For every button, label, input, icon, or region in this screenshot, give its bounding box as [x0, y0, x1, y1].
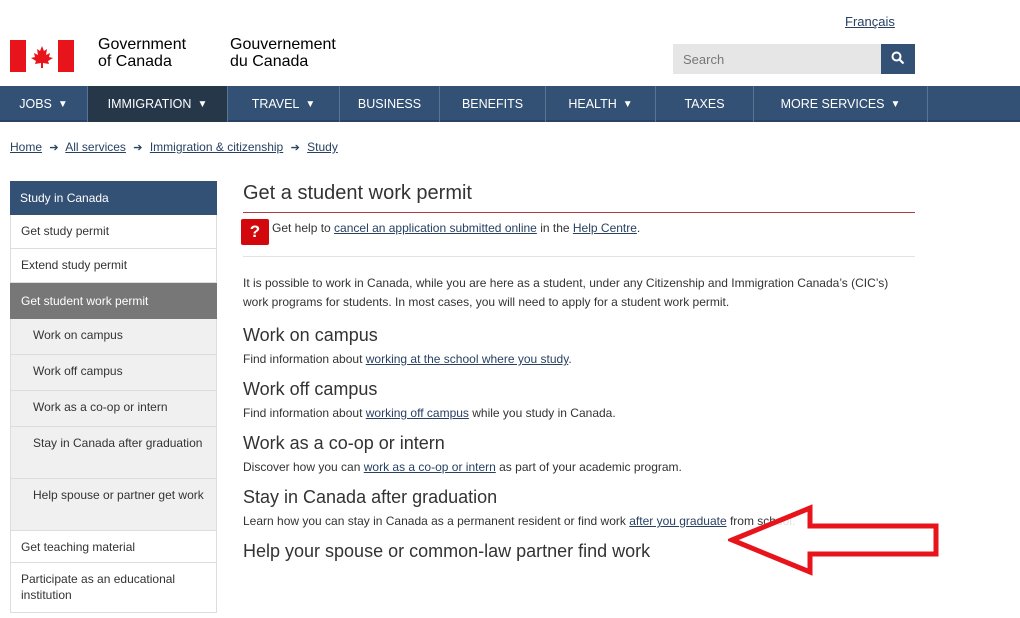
government-of-canada-wordmark-en: Government of Canada — [98, 36, 186, 70]
sidebar-item-get-study-permit[interactable]: Get study permit — [10, 215, 217, 249]
after-you-graduate-link[interactable]: after you graduate — [629, 514, 726, 528]
section-menu: Study in Canada Get study permit Extend … — [10, 181, 217, 613]
working-at-school-link[interactable]: working at the school where you study — [366, 352, 569, 366]
sidebar-subitem-work-on-campus[interactable]: Work on campus — [10, 319, 217, 355]
left-arrow-icon — [728, 504, 939, 576]
main-menu-bar: JOBS ▼ IMMIGRATION ▼ TRAVEL ▼ BUSINESS BENE… — [0, 86, 1020, 122]
fip-en-line2: of Canada — [98, 53, 172, 70]
fip-fr-line1: Gouvernement — [230, 36, 336, 53]
breadcrumb-study[interactable]: Study — [307, 140, 338, 154]
working-off-campus-link[interactable]: working off campus — [366, 406, 469, 420]
menu-item-jobs[interactable]: JOBS ▼ — [0, 86, 88, 122]
section-heading-work-off-campus: Work off campus — [243, 379, 378, 399]
arrow-right-icon: ➔ — [133, 142, 143, 154]
sidebar-item-get-student-work-permit[interactable]: Get student work permit — [10, 283, 217, 319]
breadcrumb: Home ➔ All services ➔ Immigration & citi… — [10, 140, 338, 154]
help-notice: ? Get help to cancel an application subm… — [241, 213, 915, 257]
sidebar-item-educational-institution[interactable]: Participate as an educational institutio… — [10, 563, 217, 613]
menu-item-taxes[interactable]: TAXES — [656, 86, 754, 122]
language-toggle-link[interactable]: Français — [845, 14, 895, 29]
menu-item-benefits[interactable]: BENEFITS — [440, 86, 546, 122]
arrow-right-icon: ➔ — [290, 142, 300, 154]
help-centre-link[interactable]: Help Centre — [573, 221, 637, 235]
search-button[interactable] — [881, 44, 915, 74]
fip-fr-line2: du Canada — [230, 53, 309, 70]
chevron-down-icon: ▼ — [57, 98, 68, 110]
menu-item-travel[interactable]: TRAVEL ▼ — [228, 86, 340, 122]
help-text: Get help to cancel an application submit… — [272, 221, 641, 235]
section-heading-co-op-intern: Work as a co-op or intern — [243, 433, 445, 453]
menu-item-more-services[interactable]: MORE SERVICES ▼ — [754, 86, 928, 122]
sidebar-subitem-help-spouse[interactable]: Help spouse or partner get work — [10, 479, 217, 531]
chevron-down-icon: ▼ — [305, 98, 316, 110]
sidebar-subitem-co-op-intern[interactable]: Work as a co-op or intern — [10, 391, 217, 427]
section-text-co-op-intern: Discover how you can work as a co-op or … — [243, 460, 682, 474]
sidebar-subitem-stay-after-graduation[interactable]: Stay in Canada after graduation — [10, 427, 217, 479]
chevron-down-icon: ▼ — [890, 98, 901, 110]
search-input[interactable] — [673, 44, 881, 74]
sidebar-item-teaching-material[interactable]: Get teaching material — [10, 531, 217, 563]
help-question-icon: ? — [241, 219, 269, 245]
chevron-down-icon: ▼ — [197, 98, 208, 110]
cancel-application-link[interactable]: cancel an application submitted online — [334, 221, 537, 235]
intro-paragraph: It is possible to work in Canada, while … — [243, 276, 889, 309]
section-text-work-on-campus: Find information about working at the sc… — [243, 352, 572, 366]
breadcrumb-home[interactable]: Home — [10, 140, 42, 154]
section-heading-work-on-campus: Work on campus — [243, 325, 378, 345]
section-text-work-off-campus: Find information about working off campu… — [243, 406, 616, 420]
menu-item-immigration[interactable]: IMMIGRATION ▼ — [88, 86, 228, 122]
chevron-down-icon: ▼ — [622, 98, 633, 110]
sidebar-subitem-work-off-campus[interactable]: Work off campus — [10, 355, 217, 391]
government-of-canada-wordmark-fr: Gouvernement du Canada — [230, 36, 336, 70]
menu-item-business[interactable]: BUSINESS — [340, 86, 440, 122]
breadcrumb-immigration[interactable]: Immigration & citizenship — [150, 140, 283, 154]
menu-item-health[interactable]: HEALTH ▼ — [546, 86, 656, 122]
canada-flag-icon — [10, 40, 74, 72]
page-title: Get a student work permit — [243, 182, 915, 213]
sidebar-item-extend-study-permit[interactable]: Extend study permit — [10, 249, 217, 283]
co-op-intern-link[interactable]: work as a co-op or intern — [364, 460, 496, 474]
section-menu-heading[interactable]: Study in Canada — [10, 181, 217, 215]
fip-en-line1: Government — [98, 36, 187, 53]
breadcrumb-all-services[interactable]: All services — [65, 140, 126, 154]
search-icon — [891, 51, 905, 64]
arrow-right-icon: ➔ — [49, 142, 59, 154]
